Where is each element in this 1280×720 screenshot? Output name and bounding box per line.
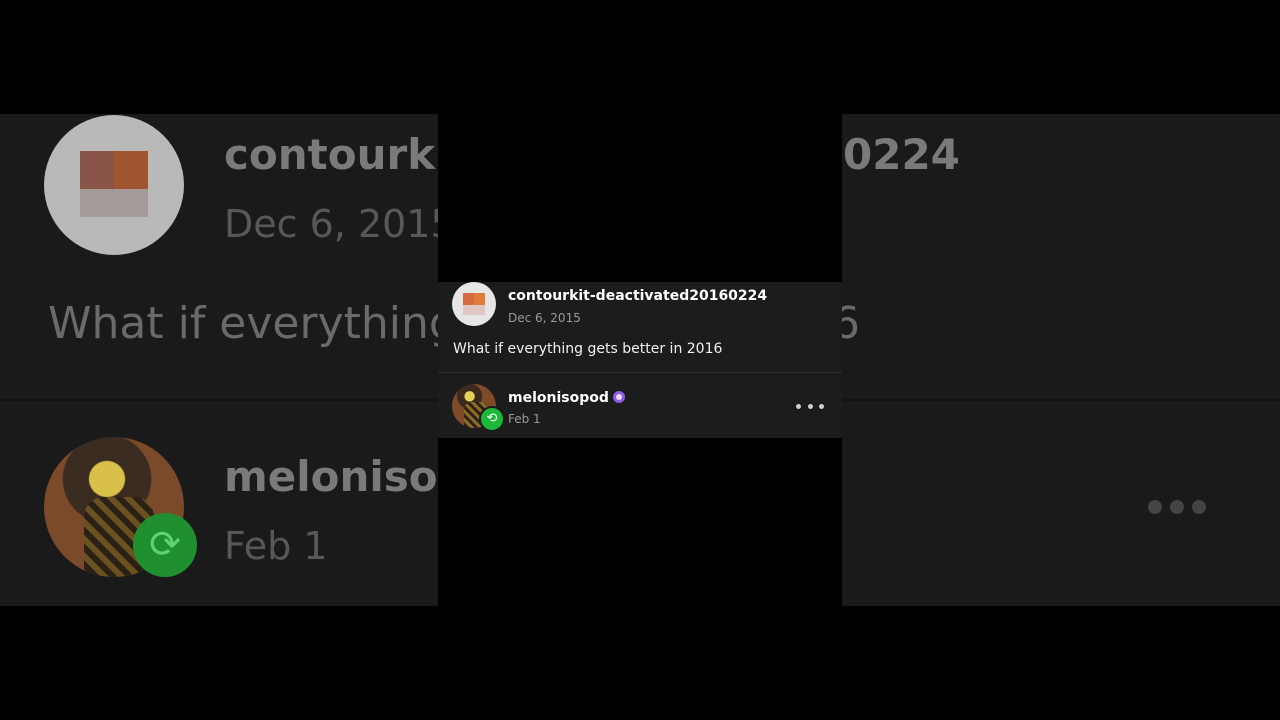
reblog-username[interactable]: melonisopod (508, 390, 609, 406)
background-reblog-date: Feb 1 (224, 524, 328, 568)
original-post-username[interactable]: contourkit-deactivated20160224 (508, 288, 767, 304)
more-options-button[interactable] (796, 396, 824, 416)
reblog-icon: ⟲ (479, 406, 505, 432)
dot-icon (796, 403, 801, 409)
badge-icon (612, 391, 625, 403)
background-username-end: 0224 (843, 130, 960, 179)
original-post-body: What if everything gets better in 2016 (453, 341, 723, 357)
post-card: contourkit-deactivated20160224 Dec 6, 20… (438, 282, 842, 438)
background-more-icon (1148, 500, 1214, 519)
background-avatar-contourkit (44, 115, 184, 255)
contourkit-avatar[interactable] (452, 282, 496, 326)
video-frame: contourki 0224 Dec 6, 2015 What if every… (0, 0, 1280, 720)
dot-icon (819, 403, 824, 409)
reblog-date: Feb 1 (508, 412, 541, 426)
background-reblog-username: melonisop (224, 452, 468, 501)
reblog-username-row[interactable]: melonisopod (508, 390, 625, 406)
dot-icon (807, 403, 813, 409)
background-date: Dec 6, 2015 (224, 202, 455, 246)
background-username-start: contourki (224, 130, 450, 179)
background-reblog-icon: ⟳ (133, 513, 197, 577)
original-post-date: Dec 6, 2015 (508, 311, 581, 325)
background-body-start: What if everything (48, 298, 457, 349)
post-divider (438, 372, 842, 373)
